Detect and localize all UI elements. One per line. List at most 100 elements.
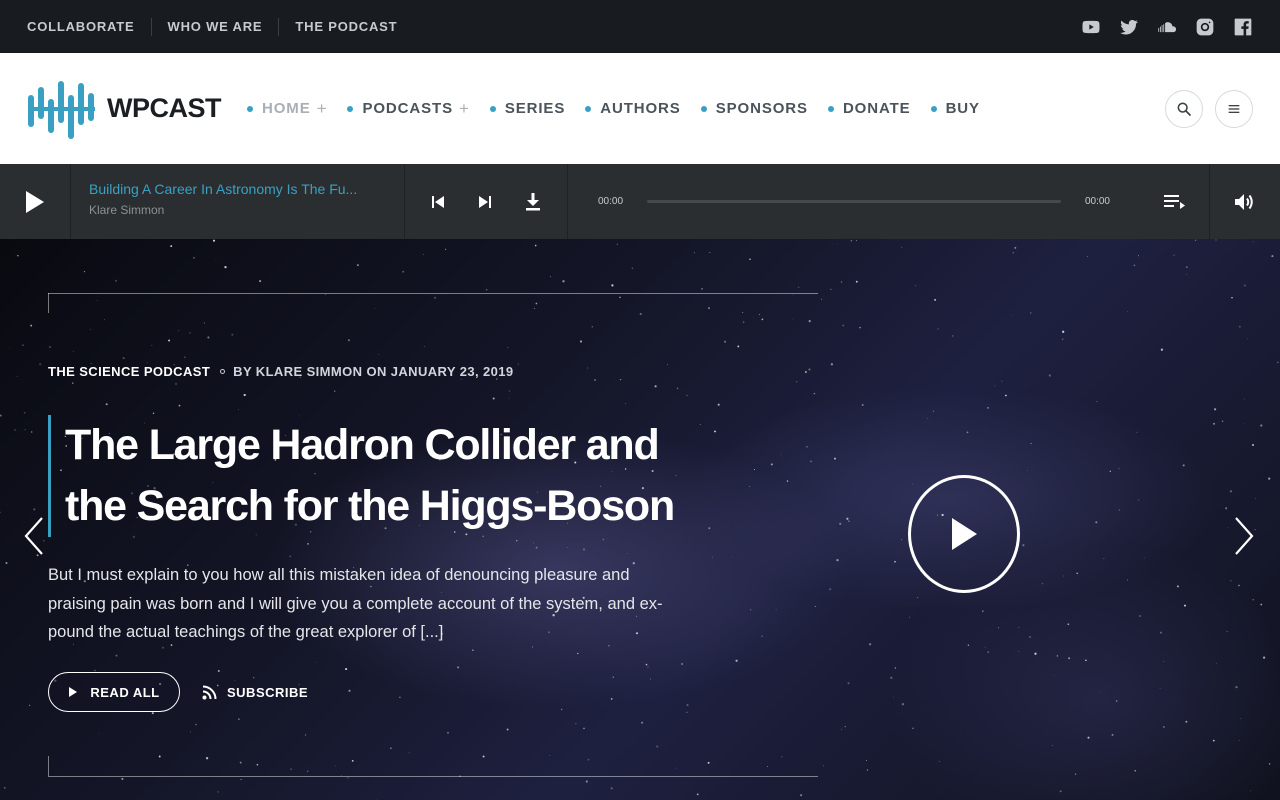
star bbox=[238, 409, 239, 410]
star bbox=[1068, 657, 1071, 660]
star bbox=[1194, 239, 1197, 241]
post-title[interactable]: The Large Hadron Collider and the Search… bbox=[65, 415, 728, 537]
next-track-button[interactable] bbox=[478, 195, 492, 209]
star bbox=[775, 609, 777, 610]
hero-play-button[interactable] bbox=[908, 475, 1020, 593]
star bbox=[1103, 557, 1105, 560]
star bbox=[1260, 603, 1263, 606]
star bbox=[105, 403, 108, 406]
star bbox=[1252, 241, 1254, 243]
star bbox=[1062, 330, 1065, 333]
excerpt-line: pound the actual teachings of the great … bbox=[48, 623, 444, 641]
slider-prev-arrow-icon[interactable] bbox=[22, 516, 46, 556]
read-all-button[interactable]: READ ALL bbox=[48, 672, 180, 712]
star bbox=[830, 288, 832, 291]
star bbox=[390, 747, 392, 750]
star bbox=[535, 302, 538, 305]
facebook-icon[interactable] bbox=[1233, 17, 1253, 37]
nav-item-donate[interactable]: DONATE bbox=[827, 100, 911, 117]
top-link-collaborate[interactable]: COLLABORATE bbox=[27, 18, 151, 36]
player-seek-bar[interactable] bbox=[647, 200, 1061, 203]
player-total-time: 00:00 bbox=[1084, 196, 1110, 207]
star bbox=[422, 254, 424, 255]
star bbox=[472, 649, 474, 651]
star bbox=[161, 646, 164, 649]
volume-button[interactable] bbox=[1210, 164, 1280, 239]
star bbox=[982, 610, 984, 612]
playlist-button[interactable] bbox=[1140, 164, 1210, 239]
star bbox=[842, 324, 845, 327]
nav-item-label: PODCASTS bbox=[362, 100, 453, 117]
instagram-icon[interactable] bbox=[1195, 17, 1215, 37]
star bbox=[72, 351, 74, 353]
post-category[interactable]: THE SCIENCE PODCAST bbox=[48, 364, 210, 379]
star bbox=[1212, 739, 1215, 742]
star bbox=[865, 759, 867, 761]
nav-item-series[interactable]: SERIES bbox=[489, 100, 565, 117]
star bbox=[737, 345, 740, 348]
star bbox=[290, 768, 292, 770]
star bbox=[798, 286, 800, 289]
star bbox=[1087, 256, 1088, 257]
star bbox=[1239, 325, 1241, 328]
star bbox=[324, 294, 326, 295]
star bbox=[178, 404, 181, 407]
nav-item-home[interactable]: HOME + bbox=[247, 99, 327, 119]
star bbox=[146, 362, 148, 364]
star bbox=[203, 322, 205, 324]
star bbox=[1051, 745, 1053, 746]
star bbox=[334, 765, 336, 767]
star bbox=[1163, 726, 1165, 728]
site-logo[interactable]: WPCAST bbox=[27, 76, 222, 142]
star bbox=[1001, 380, 1003, 382]
top-link-who-we-are[interactable]: WHO WE ARE bbox=[150, 17, 279, 36]
star bbox=[1215, 239, 1217, 241]
search-button[interactable] bbox=[1165, 90, 1203, 128]
nav-item-buy[interactable]: BUY bbox=[930, 100, 980, 117]
star bbox=[1159, 631, 1162, 634]
nav-item-authors[interactable]: AUTHORS bbox=[585, 100, 680, 117]
post-title-line: the Search for the Higgs-Boson bbox=[65, 482, 675, 530]
star bbox=[837, 242, 839, 244]
twitter-icon[interactable] bbox=[1119, 17, 1139, 37]
star bbox=[534, 244, 537, 247]
star bbox=[1252, 444, 1254, 446]
star bbox=[987, 407, 989, 409]
menu-button[interactable] bbox=[1215, 90, 1253, 128]
star bbox=[1221, 420, 1224, 422]
player-track-title[interactable]: Building A Career In Astronomy Is The Fu… bbox=[89, 181, 386, 197]
top-link-the-podcast[interactable]: THE PODCAST bbox=[278, 17, 413, 36]
star bbox=[848, 520, 850, 523]
star bbox=[347, 339, 350, 342]
star bbox=[641, 721, 644, 724]
soundcloud-icon[interactable] bbox=[1157, 17, 1177, 37]
meta-separator-dot bbox=[220, 369, 226, 374]
slider-next-arrow-icon[interactable] bbox=[1232, 516, 1256, 556]
nav-item-podcasts[interactable]: PODCASTS + bbox=[347, 99, 469, 119]
star bbox=[408, 752, 410, 754]
star bbox=[1244, 423, 1245, 424]
star bbox=[151, 345, 153, 347]
star bbox=[1100, 691, 1101, 692]
star bbox=[594, 379, 597, 381]
previous-track-button[interactable] bbox=[431, 195, 445, 209]
subscribe-link[interactable]: SUBSCRIBE bbox=[202, 685, 308, 700]
nav-item-sponsors[interactable]: SPONSORS bbox=[700, 100, 808, 117]
youtube-icon[interactable] bbox=[1081, 17, 1101, 37]
star bbox=[1085, 659, 1087, 662]
star bbox=[650, 678, 651, 680]
nav-item-label: BUY bbox=[945, 100, 980, 117]
player-play-button[interactable] bbox=[0, 164, 71, 239]
download-button[interactable] bbox=[525, 192, 541, 211]
star bbox=[1226, 631, 1228, 633]
star bbox=[585, 780, 588, 783]
star bbox=[1235, 685, 1238, 689]
star bbox=[1231, 297, 1233, 299]
star bbox=[1238, 739, 1240, 741]
star bbox=[566, 546, 568, 548]
star bbox=[533, 542, 535, 544]
star bbox=[1111, 733, 1114, 736]
star bbox=[215, 259, 217, 261]
star bbox=[304, 734, 307, 736]
star bbox=[625, 403, 626, 405]
